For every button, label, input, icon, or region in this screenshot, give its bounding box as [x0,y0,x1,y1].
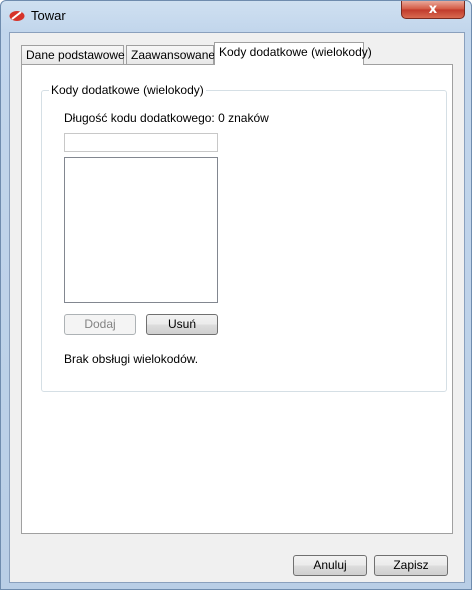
cancel-button[interactable]: Anuluj [293,555,367,576]
code-input[interactable] [64,133,218,152]
tab-zaawansowane[interactable]: Zaawansowane [126,45,215,64]
client-area: Dane podstawowe Zaawansowane Kody dodatk… [9,32,465,583]
add-button[interactable]: Dodaj [64,314,136,335]
status-text: Brak obsługi wielokodów. [64,352,199,366]
close-icon: x [428,2,438,17]
close-button[interactable]: x [401,1,465,19]
save-button[interactable]: Zapisz [374,555,448,576]
tab-page: Kody dodatkowe (wielokody) Długość kodu … [21,64,453,534]
group-title: Kody dodatkowe (wielokody) [49,83,206,97]
codes-listbox[interactable] [64,157,218,303]
title-bar[interactable]: Towar x [1,1,472,33]
app-logo-icon [9,11,25,21]
remove-button[interactable]: Usuń [146,314,218,335]
window-title: Towar [31,8,66,23]
tab-kody-dodatkowe[interactable]: Kody dodatkowe (wielokody) [214,42,372,65]
code-length-label: Długość kodu dodatkowego: 0 znaków [64,111,269,125]
tab-dane-podstawowe[interactable]: Dane podstawowe [21,45,125,64]
window-frame: Towar x Dane podstawowe Zaawansowane Kod… [0,0,472,590]
additional-codes-group: Kody dodatkowe (wielokody) Długość kodu … [41,83,447,392]
